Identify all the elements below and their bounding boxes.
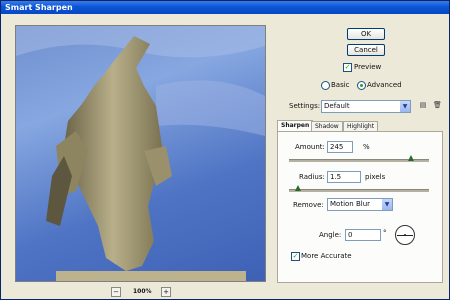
more-accurate-checkbox[interactable]: ✓ bbox=[291, 252, 300, 261]
chevron-down-icon: ▼ bbox=[382, 199, 392, 210]
more-accurate-label: More Accurate bbox=[301, 252, 352, 260]
radius-slider-thumb[interactable] bbox=[295, 185, 301, 191]
zoom-level: 100% bbox=[133, 288, 152, 295]
preview-label: Preview bbox=[354, 63, 382, 71]
amount-slider-thumb[interactable] bbox=[408, 155, 414, 161]
remove-value: Motion Blur bbox=[330, 200, 371, 208]
angle-input[interactable]: 0 bbox=[345, 229, 381, 241]
tab-highlight[interactable]: Highlight bbox=[343, 121, 379, 131]
tab-bar: Sharpen Shadow Highlight bbox=[277, 120, 442, 131]
ok-button[interactable]: OK bbox=[347, 28, 385, 40]
radius-unit: pixels bbox=[365, 173, 386, 181]
tab-shadow[interactable]: Shadow bbox=[311, 121, 343, 131]
cancel-button[interactable]: Cancel bbox=[347, 44, 385, 56]
trash-icon[interactable]: 🗑 bbox=[433, 101, 442, 109]
zoom-out-button[interactable]: − bbox=[111, 287, 121, 297]
smart-sharpen-dialog: Smart Sharpen − 100% + OK Cancel ✓ Previ… bbox=[0, 0, 450, 300]
preview-checkbox[interactable]: ✓ bbox=[343, 63, 352, 72]
preview-image[interactable] bbox=[15, 25, 266, 282]
angle-dial[interactable] bbox=[395, 225, 415, 245]
remove-select[interactable]: Motion Blur ▼ bbox=[327, 198, 393, 211]
remove-label: Remove: bbox=[293, 201, 324, 209]
chevron-down-icon: ▼ bbox=[400, 101, 410, 112]
amount-label: Amount: bbox=[295, 143, 325, 151]
amount-unit: % bbox=[363, 143, 370, 151]
zoom-in-button[interactable]: + bbox=[161, 287, 171, 297]
amount-input[interactable]: 245 bbox=[327, 141, 353, 153]
radius-input[interactable]: 1.5 bbox=[327, 171, 361, 183]
angle-unit: ° bbox=[383, 229, 387, 237]
advanced-radio[interactable] bbox=[357, 81, 366, 90]
settings-label: Settings: bbox=[289, 102, 321, 110]
settings-value: Default bbox=[324, 102, 350, 110]
angle-label: Angle: bbox=[319, 231, 342, 239]
radius-slider[interactable] bbox=[289, 189, 429, 192]
basic-label: Basic bbox=[331, 81, 350, 89]
advanced-label: Advanced bbox=[367, 81, 402, 89]
save-icon[interactable]: ▤ bbox=[419, 101, 427, 109]
tab-sharpen[interactable]: Sharpen bbox=[277, 120, 314, 131]
window-title: Smart Sharpen bbox=[1, 1, 449, 14]
radius-label: Radius: bbox=[299, 173, 325, 181]
basic-radio[interactable] bbox=[321, 81, 330, 90]
statue-image bbox=[16, 26, 265, 281]
settings-select[interactable]: Default ▼ bbox=[321, 100, 411, 113]
